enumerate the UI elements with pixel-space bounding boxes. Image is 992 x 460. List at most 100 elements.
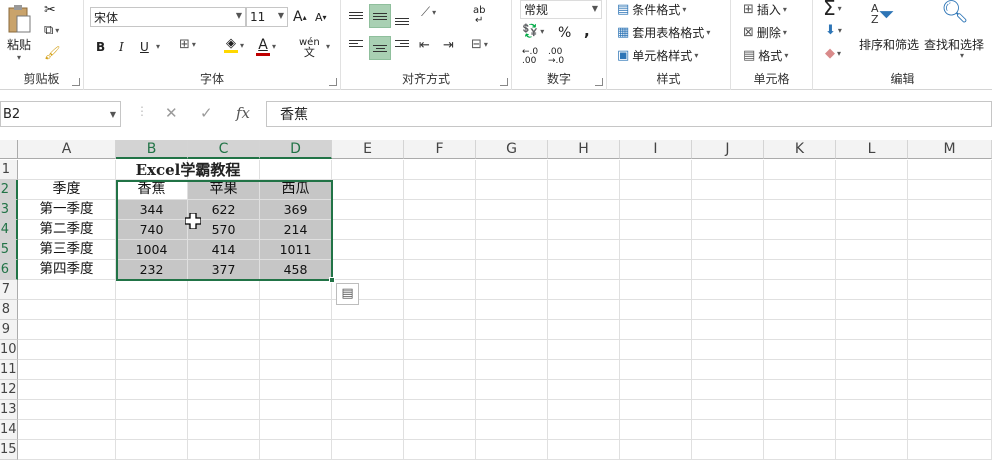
cell-J8[interactable] xyxy=(692,300,764,320)
cell-G4[interactable] xyxy=(476,220,548,240)
borders-button[interactable]: ⊞ ▾ xyxy=(179,38,196,51)
cell-M5[interactable] xyxy=(908,240,992,260)
cell-K4[interactable] xyxy=(764,220,836,240)
format-painter-icon[interactable]: 🖌 xyxy=(44,46,61,61)
row-header-10[interactable]: 10 xyxy=(0,340,18,360)
cell-D4[interactable]: 214 xyxy=(260,220,332,240)
column-header-b[interactable]: B xyxy=(116,140,188,159)
cell-C10[interactable] xyxy=(188,340,260,360)
column-header-j[interactable]: J xyxy=(692,140,764,159)
cell-L7[interactable] xyxy=(836,280,908,300)
enter-icon[interactable]: ✓ xyxy=(200,104,213,122)
cell-E3[interactable] xyxy=(332,200,404,220)
insert-button[interactable]: ⊞ 插入 ▾ xyxy=(743,1,787,18)
align-middle-button[interactable] xyxy=(369,4,391,28)
cell-K14[interactable] xyxy=(764,420,836,440)
worksheet-grid[interactable]: ABCDEFGHIJKLM 1 2 3 4 5 6 7 8 9 10 11 12 13 14 15 季度 香蕉… xyxy=(0,140,992,460)
cell-F13[interactable] xyxy=(404,400,476,420)
cell-G11[interactable] xyxy=(476,360,548,380)
cell-I9[interactable] xyxy=(620,320,692,340)
cell-B10[interactable] xyxy=(116,340,188,360)
align-top-button[interactable] xyxy=(349,4,369,26)
cell-I5[interactable] xyxy=(620,240,692,260)
cell-F4[interactable] xyxy=(404,220,476,240)
accounting-format-button[interactable]: 💱 ▾ xyxy=(522,25,544,38)
title-cell[interactable]: Excel学霸教程 xyxy=(116,160,260,180)
percent-button[interactable]: % xyxy=(558,25,571,41)
increase-decimal-button[interactable]: ←.0 .00 xyxy=(522,48,542,66)
merge-center-button[interactable]: ⊟ ▾ xyxy=(471,38,488,51)
cell-A4[interactable]: 第二季度 xyxy=(18,220,116,240)
cell-D15[interactable] xyxy=(260,440,332,460)
cell-C11[interactable] xyxy=(188,360,260,380)
cell-H8[interactable] xyxy=(548,300,620,320)
cell-M12[interactable] xyxy=(908,380,992,400)
select-all-corner[interactable] xyxy=(0,140,18,159)
cell-L10[interactable] xyxy=(836,340,908,360)
cell-M13[interactable] xyxy=(908,400,992,420)
cell-E4[interactable] xyxy=(332,220,404,240)
cell-G6[interactable] xyxy=(476,260,548,280)
cut-icon[interactable]: ✂ xyxy=(44,2,56,18)
name-box[interactable]: B2 ▼ xyxy=(0,101,121,127)
cell-M11[interactable] xyxy=(908,360,992,380)
cell-D11[interactable] xyxy=(260,360,332,380)
cell-L2[interactable] xyxy=(836,180,908,200)
cell-K8[interactable] xyxy=(764,300,836,320)
fill-color-button[interactable]: ◈ ▾ xyxy=(224,37,244,53)
cell-G5[interactable] xyxy=(476,240,548,260)
cell-D10[interactable] xyxy=(260,340,332,360)
underline-button[interactable]: U xyxy=(140,40,149,54)
cell-I4[interactable] xyxy=(620,220,692,240)
cell-A6[interactable]: 第四季度 xyxy=(18,260,116,280)
cell-J10[interactable] xyxy=(692,340,764,360)
cell-H12[interactable] xyxy=(548,380,620,400)
cell-K13[interactable] xyxy=(764,400,836,420)
cell-D5[interactable]: 1011 xyxy=(260,240,332,260)
cell-J7[interactable] xyxy=(692,280,764,300)
cell-I12[interactable] xyxy=(620,380,692,400)
cell-F2[interactable] xyxy=(404,180,476,200)
cell-G7[interactable] xyxy=(476,280,548,300)
cell-H9[interactable] xyxy=(548,320,620,340)
align-left-button[interactable] xyxy=(349,38,369,49)
cell-L15[interactable] xyxy=(836,440,908,460)
cell-I10[interactable] xyxy=(620,340,692,360)
sort-filter-button[interactable]: 排序和筛选 xyxy=(859,36,919,53)
copy-button[interactable]: ⧉ ▾ xyxy=(44,24,59,37)
wrap-text-button[interactable]: ab ↵ xyxy=(473,6,485,26)
cell-J11[interactable] xyxy=(692,360,764,380)
cell-M14[interactable] xyxy=(908,420,992,440)
cell-G2[interactable] xyxy=(476,180,548,200)
cell-I6[interactable] xyxy=(620,260,692,280)
cell-F5[interactable] xyxy=(404,240,476,260)
cell-A13[interactable] xyxy=(18,400,116,420)
cell-D14[interactable] xyxy=(260,420,332,440)
cell-A3[interactable]: 第一季度 xyxy=(18,200,116,220)
cell-L5[interactable] xyxy=(836,240,908,260)
column-header-g[interactable]: G xyxy=(476,140,548,159)
cell-L9[interactable] xyxy=(836,320,908,340)
bold-button[interactable]: B xyxy=(96,40,105,54)
cell-E5[interactable] xyxy=(332,240,404,260)
cell-J9[interactable] xyxy=(692,320,764,340)
cell-D3[interactable]: 369 xyxy=(260,200,332,220)
cell-H11[interactable] xyxy=(548,360,620,380)
cell-K3[interactable] xyxy=(764,200,836,220)
cell-B4[interactable]: 740 xyxy=(116,220,188,240)
cell-A10[interactable] xyxy=(18,340,116,360)
cell-H15[interactable] xyxy=(548,440,620,460)
cell-B12[interactable] xyxy=(116,380,188,400)
row-header-4[interactable]: 4 xyxy=(0,220,18,240)
row-header-6[interactable]: 6 xyxy=(0,260,18,280)
number-launcher-icon[interactable] xyxy=(595,78,603,86)
row-header-14[interactable]: 14 xyxy=(0,420,18,440)
cell-B11[interactable] xyxy=(116,360,188,380)
cell-I3[interactable] xyxy=(620,200,692,220)
cell-A14[interactable] xyxy=(18,420,116,440)
cell-M8[interactable] xyxy=(908,300,992,320)
row-header-3[interactable]: 3 xyxy=(0,200,18,220)
cell-G14[interactable] xyxy=(476,420,548,440)
cell-E12[interactable] xyxy=(332,380,404,400)
column-header-d[interactable]: D xyxy=(260,140,332,159)
